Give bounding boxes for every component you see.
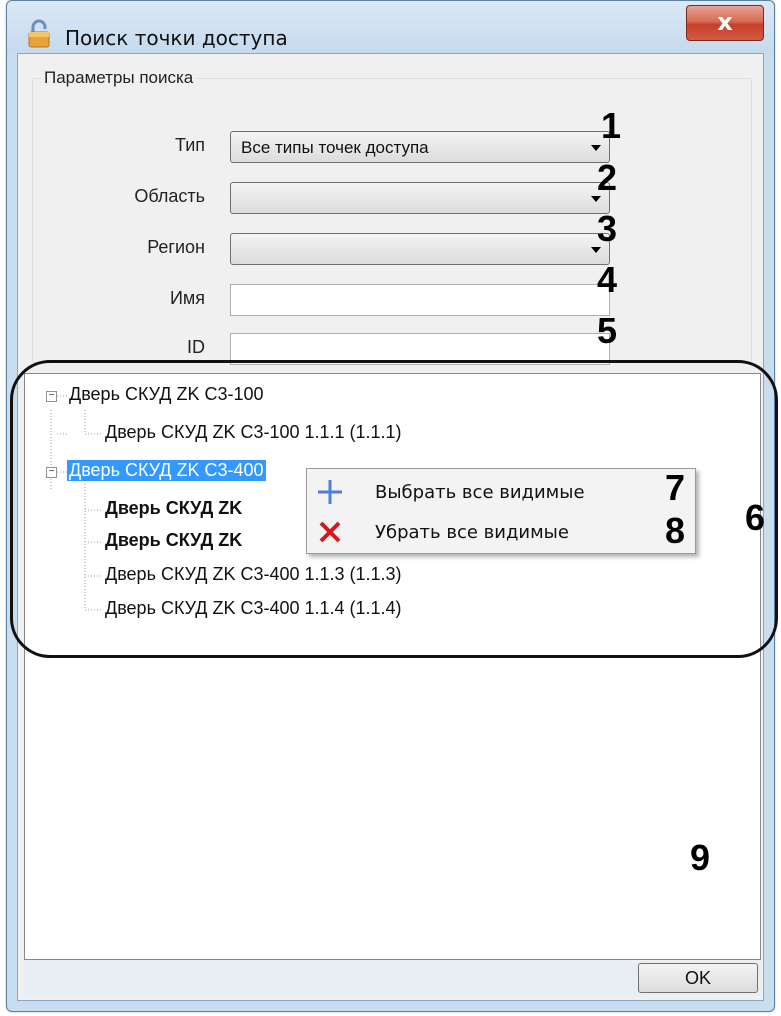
type-combobox[interactable]: Все типы точек доступа: [230, 131, 610, 163]
plus-icon: [318, 480, 342, 504]
access-point-tree[interactable]: − Дверь СКУД ZK C3-100 Дверь СКУД ZK C3-…: [24, 373, 761, 960]
callout-5: 5: [597, 310, 618, 351]
tree-node-c3-100[interactable]: Дверь СКУД ZK C3-100: [69, 384, 264, 405]
close-icon: [319, 521, 341, 543]
ok-button[interactable]: OK: [638, 963, 758, 993]
region-label: Регион: [147, 237, 205, 257]
chevron-down-icon: [591, 145, 601, 151]
callout-8: 8: [665, 510, 686, 551]
menu-item-select-all-visible-label: Выбрать все видимые: [375, 482, 585, 503]
type-label: Тип: [174, 135, 205, 155]
menu-item-remove-all-visible[interactable]: Убрать все видимые: [307, 513, 695, 551]
collapse-toggle-icon[interactable]: −: [46, 467, 57, 478]
menu-item-select-all-visible[interactable]: Выбрать все видимые: [307, 473, 695, 511]
collapse-toggle-icon[interactable]: −: [46, 391, 57, 402]
tree-node-c3-400-door-1[interactable]: Дверь СКУД ZK: [105, 498, 242, 519]
button-bar: OK: [24, 961, 761, 996]
tree-node-c3-400-door-3[interactable]: Дверь СКУД ZK C3-400 1.1.3 (1.1.3): [105, 564, 402, 585]
name-label: Имя: [169, 288, 205, 308]
area-label: Область: [134, 186, 205, 206]
tree-node-c3-400-door-4[interactable]: Дверь СКУД ZK C3-400 1.1.4 (1.1.4): [105, 598, 402, 619]
menu-item-remove-all-visible-label: Убрать все видимые: [375, 522, 569, 543]
region-combobox[interactable]: [230, 233, 610, 265]
tree-context-menu: Выбрать все видимые Убрать все видимые: [306, 468, 696, 554]
search-params-legend: Параметры поиска: [41, 68, 197, 88]
title-bar[interactable]: Поиск точки доступа x: [7, 1, 774, 53]
id-label: ID: [187, 337, 205, 357]
close-button[interactable]: x: [686, 5, 764, 41]
callout-4: 4: [597, 259, 618, 300]
window-title: Поиск точки доступа: [65, 26, 288, 50]
callout-6: 6: [745, 497, 766, 538]
callout-7: 7: [665, 467, 686, 508]
callout-2: 2: [597, 157, 618, 198]
callout-1: 1: [601, 105, 622, 146]
tree-node-c3-100-door-1[interactable]: Дверь СКУД ZK C3-100 1.1.1 (1.1.1): [105, 422, 402, 443]
area-combobox[interactable]: [230, 182, 610, 214]
tree-node-c3-400-door-2[interactable]: Дверь СКУД ZK: [105, 530, 242, 551]
tree-node-c3-400[interactable]: Дверь СКУД ZK C3-400: [67, 460, 266, 481]
callout-3: 3: [597, 208, 618, 249]
callout-9: 9: [690, 837, 711, 878]
name-input[interactable]: [230, 284, 610, 316]
id-input[interactable]: [230, 333, 610, 365]
type-combobox-value: Все типы точек доступа: [241, 138, 429, 157]
search-params-group: Параметры поиска Тип Все типы точек дост…: [32, 68, 752, 365]
lock-icon: [28, 19, 50, 48]
